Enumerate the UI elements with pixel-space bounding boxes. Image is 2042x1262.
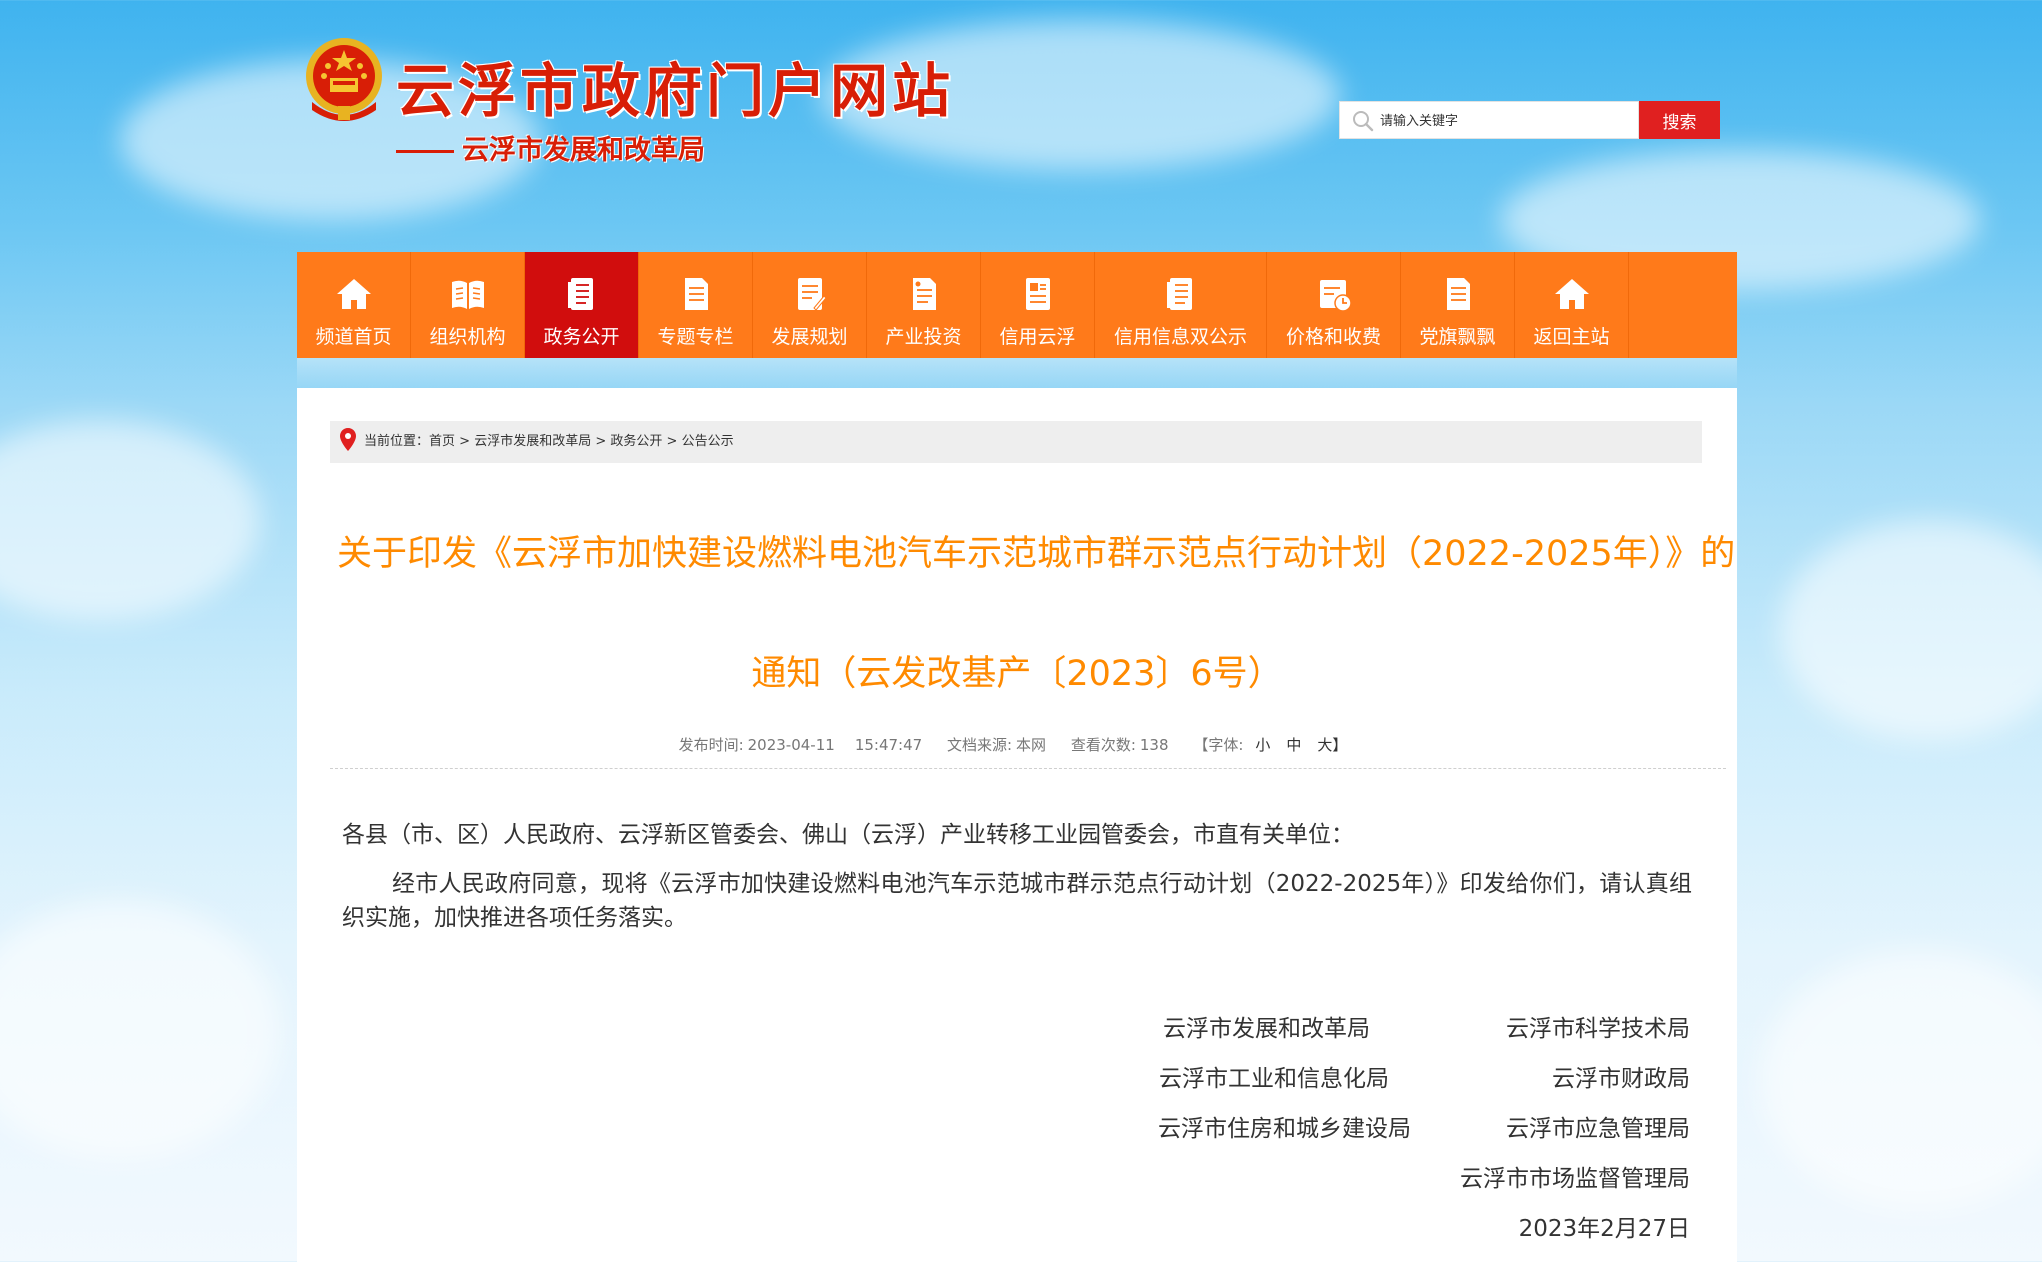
breadcrumb-separator: > bbox=[591, 434, 611, 449]
nav-item-party-flag[interactable]: 党旗飘飘 bbox=[1401, 252, 1515, 358]
nav-label: 党旗飘飘 bbox=[1419, 326, 1496, 348]
article-addressee: 各县（市、区）人民政府、云浮新区管委会、佛山（云浮）产业转移工业园管委会，市直有… bbox=[342, 822, 1354, 848]
document-icon bbox=[567, 278, 593, 310]
article-title: 关于印发《云浮市加快建设燃料电池汽车示范城市群示范点行动计划（2022-2025… bbox=[337, 494, 1736, 734]
nav-item-special-topics[interactable]: 专题专栏 bbox=[639, 252, 753, 358]
nav-item-price-charges[interactable]: 价格和收费 bbox=[1267, 252, 1401, 358]
search-box bbox=[1339, 101, 1639, 139]
background-cloud bbox=[0, 420, 260, 620]
font-small-button[interactable]: 小 bbox=[1255, 736, 1270, 754]
breadcrumb-link-home[interactable]: 首页 bbox=[429, 434, 455, 449]
subtitle-dash bbox=[396, 150, 454, 153]
nav-label: 信用云浮 bbox=[999, 326, 1076, 348]
signature-right: 云浮市科学技术局 bbox=[1506, 1016, 1690, 1042]
source-info: 文档来源: 本网 bbox=[947, 736, 1046, 754]
article-meta: 发布时间: 2023-04-11 15:47:47 文档来源: 本网 查看次数: 138… bbox=[297, 734, 1737, 755]
document-icon bbox=[1446, 278, 1470, 310]
font-size-label: 【字体: bbox=[1193, 736, 1244, 754]
source-value: 本网 bbox=[1016, 736, 1047, 754]
signature-right: 云浮市市场监督管理局 bbox=[1460, 1166, 1690, 1192]
nav-label: 组织机构 bbox=[429, 326, 506, 348]
home-icon bbox=[336, 279, 371, 309]
nav-label: 信用信息双公示 bbox=[1113, 326, 1247, 348]
nav-item-credit-disclosure[interactable]: 信用信息双公示 bbox=[1095, 252, 1267, 358]
font-large-button[interactable]: 大】 bbox=[1317, 736, 1347, 754]
signature-right: 云浮市应急管理局 bbox=[1506, 1116, 1690, 1142]
search-icon bbox=[1353, 111, 1374, 132]
department-subtitle: 云浮市发展和改革局 bbox=[396, 128, 705, 167]
background-cloud bbox=[1780, 520, 2042, 740]
signature-date: 2023年2月27日 bbox=[1518, 1216, 1690, 1242]
signature-left: 云浮市工业和信息化局 bbox=[1159, 1066, 1389, 1092]
article-paragraph: 经市人民政府同意，现将《云浮市加快建设燃料电池汽车示范城市群示范点行动计划（20… bbox=[342, 871, 1692, 931]
views-count: 138 bbox=[1139, 736, 1169, 754]
document-icon bbox=[684, 278, 708, 310]
breadcrumb-link-announcements[interactable]: 公告公示 bbox=[682, 434, 734, 449]
nav-item-return-main[interactable]: 返回主站 bbox=[1515, 252, 1629, 358]
document-icon bbox=[1166, 278, 1192, 310]
breadcrumb: 当前位置：首页 > 云浮市发展和改革局 > 政务公开 > 公告公示 bbox=[330, 421, 1702, 463]
views-label: 查看次数: bbox=[1070, 736, 1136, 754]
background-cloud bbox=[0, 900, 280, 1160]
department-name: 云浮市发展和改革局 bbox=[462, 135, 705, 166]
publish-date: 2023-04-11 bbox=[747, 736, 835, 754]
search-input[interactable] bbox=[1380, 102, 1630, 138]
document-icon bbox=[912, 278, 936, 310]
nav-label: 价格和收费 bbox=[1285, 326, 1381, 348]
nav-label: 发展规划 bbox=[771, 326, 848, 348]
nav-item-industrial-investment[interactable]: 产业投资 bbox=[867, 252, 981, 358]
nav-item-government-affairs[interactable]: 政务公开 bbox=[525, 252, 639, 358]
article-title-line: 关于印发《云浮市加快建设燃料电池汽车示范城市群示范点行动计划（2022-2025… bbox=[337, 534, 1736, 574]
article-body: 各县（市、区）人民政府、云浮新区管委会、佛山（云浮）产业转移工业园管委会，市直有… bbox=[342, 818, 1692, 935]
nav-label: 专题专栏 bbox=[657, 326, 734, 348]
book-icon bbox=[451, 280, 484, 309]
breadcrumb-separator: > bbox=[455, 434, 475, 449]
signature-left: 云浮市住房和城乡建设局 bbox=[1158, 1116, 1411, 1142]
nav-item-home[interactable]: 频道首页 bbox=[297, 252, 411, 358]
publish-info: 发布时间: 2023-04-11 15:47:47 bbox=[679, 736, 923, 754]
publish-time: 15:47:47 bbox=[854, 736, 923, 754]
background-cloud bbox=[1760, 950, 2042, 1210]
main-nav: 频道首页 组织机构 政务公开 专题专栏 发展规划 产业投资 信用云浮 信用信息双… bbox=[297, 252, 1737, 358]
breadcrumb-link-government-affairs[interactable]: 政务公开 bbox=[610, 434, 662, 449]
nav-shadow bbox=[297, 358, 1737, 388]
nav-label: 政务公开 bbox=[543, 326, 620, 348]
views-info: 查看次数: 138 bbox=[1071, 736, 1169, 754]
nav-label: 产业投资 bbox=[885, 326, 962, 348]
national-emblem-icon bbox=[306, 38, 382, 121]
font-size-controls: 【字体: 小中大】 bbox=[1193, 736, 1355, 754]
site-title: 云浮市政府门户网站 bbox=[396, 57, 955, 125]
document-edit-icon bbox=[797, 278, 827, 311]
document-icon bbox=[1025, 278, 1050, 310]
nav-label: 频道首页 bbox=[315, 326, 392, 348]
content-panel: 当前位置：首页 > 云浮市发展和改革局 > 政务公开 > 公告公示 关于印发《云… bbox=[297, 388, 1737, 1262]
nav-item-development-planning[interactable]: 发展规划 bbox=[753, 252, 867, 358]
breadcrumb-text: 当前位置：首页 > 云浮市发展和改革局 > 政务公开 > 公告公示 bbox=[364, 421, 734, 463]
calendar-clock-icon bbox=[1319, 280, 1352, 312]
search-button[interactable]: 搜索 bbox=[1639, 101, 1720, 139]
breadcrumb-prefix: 当前位置： bbox=[364, 434, 430, 449]
signature-right: 云浮市财政局 bbox=[1552, 1066, 1690, 1092]
signature-left: 云浮市发展和改革局 bbox=[1163, 1016, 1370, 1042]
location-pin-icon bbox=[340, 428, 356, 451]
meta-divider bbox=[330, 768, 1726, 769]
breadcrumb-link-department[interactable]: 云浮市发展和改革局 bbox=[474, 434, 591, 449]
publish-label: 发布时间: bbox=[678, 736, 744, 754]
breadcrumb-separator: > bbox=[662, 434, 682, 449]
nav-label: 返回主站 bbox=[1533, 326, 1610, 348]
nav-item-credit-yunfu[interactable]: 信用云浮 bbox=[981, 252, 1095, 358]
font-medium-button[interactable]: 中 bbox=[1286, 736, 1301, 754]
source-label: 文档来源: bbox=[946, 736, 1013, 754]
home-icon bbox=[1554, 279, 1589, 309]
article-title-line: 通知（云发改基产〔2023〕6号） bbox=[751, 654, 1283, 694]
nav-item-organization[interactable]: 组织机构 bbox=[411, 252, 525, 358]
